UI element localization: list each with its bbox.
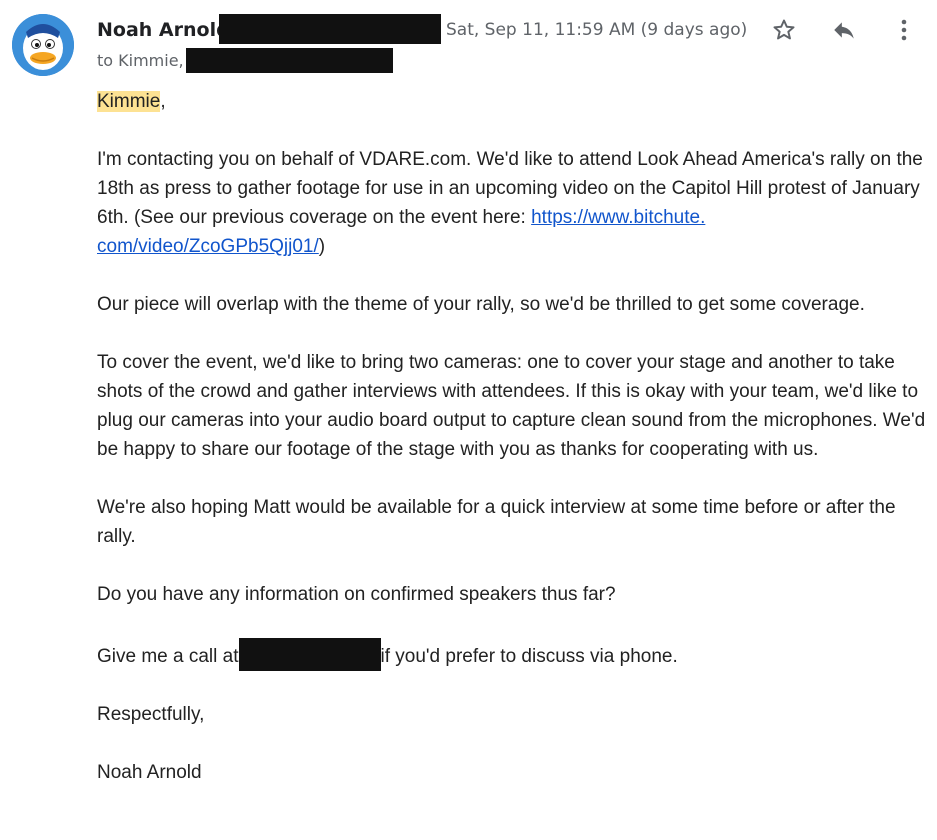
sender-name: Noah Arnold [97, 19, 230, 41]
greeting-punctuation: , [160, 91, 166, 112]
paragraph-interview: We're also hoping Matt would be availabl… [97, 497, 896, 547]
paragraph-overlap: Our piece will overlap with the theme of… [97, 294, 865, 315]
redacted-phone-number [238, 638, 381, 671]
sender-avatar[interactable] [12, 14, 74, 76]
link-part-1: https://www.bitchute. [531, 207, 706, 228]
intro-text: I'm contacting you on behalf of VDARE.co… [97, 149, 923, 228]
star-outline-icon [773, 19, 795, 40]
redacted-sender-email [219, 14, 441, 44]
paragraph-call: Give me a call at if you'd prefer to disc… [97, 638, 927, 671]
duck-avatar-icon [12, 14, 74, 76]
greeting: Kimmie, [97, 87, 927, 116]
star-button[interactable] [766, 12, 802, 48]
more-options-button[interactable] [888, 12, 920, 48]
paragraph-intro: I'm contacting you on behalf of VDARE.co… [97, 145, 927, 261]
recipient-line: to Kimmie, [97, 50, 184, 70]
email-body: Kimmie, I'm contacting you on behalf of … [97, 87, 927, 787]
paragraph-speakers: Do you have any information on confirmed… [97, 584, 616, 605]
call-text-after: if you'd prefer to discuss via phone. [380, 646, 678, 667]
intro-close: ) [318, 236, 326, 257]
paragraph-cameras: To cover the event, we'd like to bring t… [97, 352, 926, 460]
highlighted-name: Kimmie [97, 91, 161, 112]
email-date: Sat, Sep 11, 11:59 AM (9 days ago) [446, 20, 748, 40]
call-text-before: Give me a call at [97, 646, 239, 667]
more-vertical-icon [901, 19, 907, 41]
link-part-2: com/video/ZcoGPb5Qjj01/ [97, 236, 319, 257]
closing: Respectfully, [97, 704, 205, 725]
redacted-recipient-email [186, 48, 393, 73]
reply-button[interactable] [826, 12, 862, 48]
signature: Noah Arnold [97, 762, 202, 783]
reply-icon [834, 22, 854, 39]
